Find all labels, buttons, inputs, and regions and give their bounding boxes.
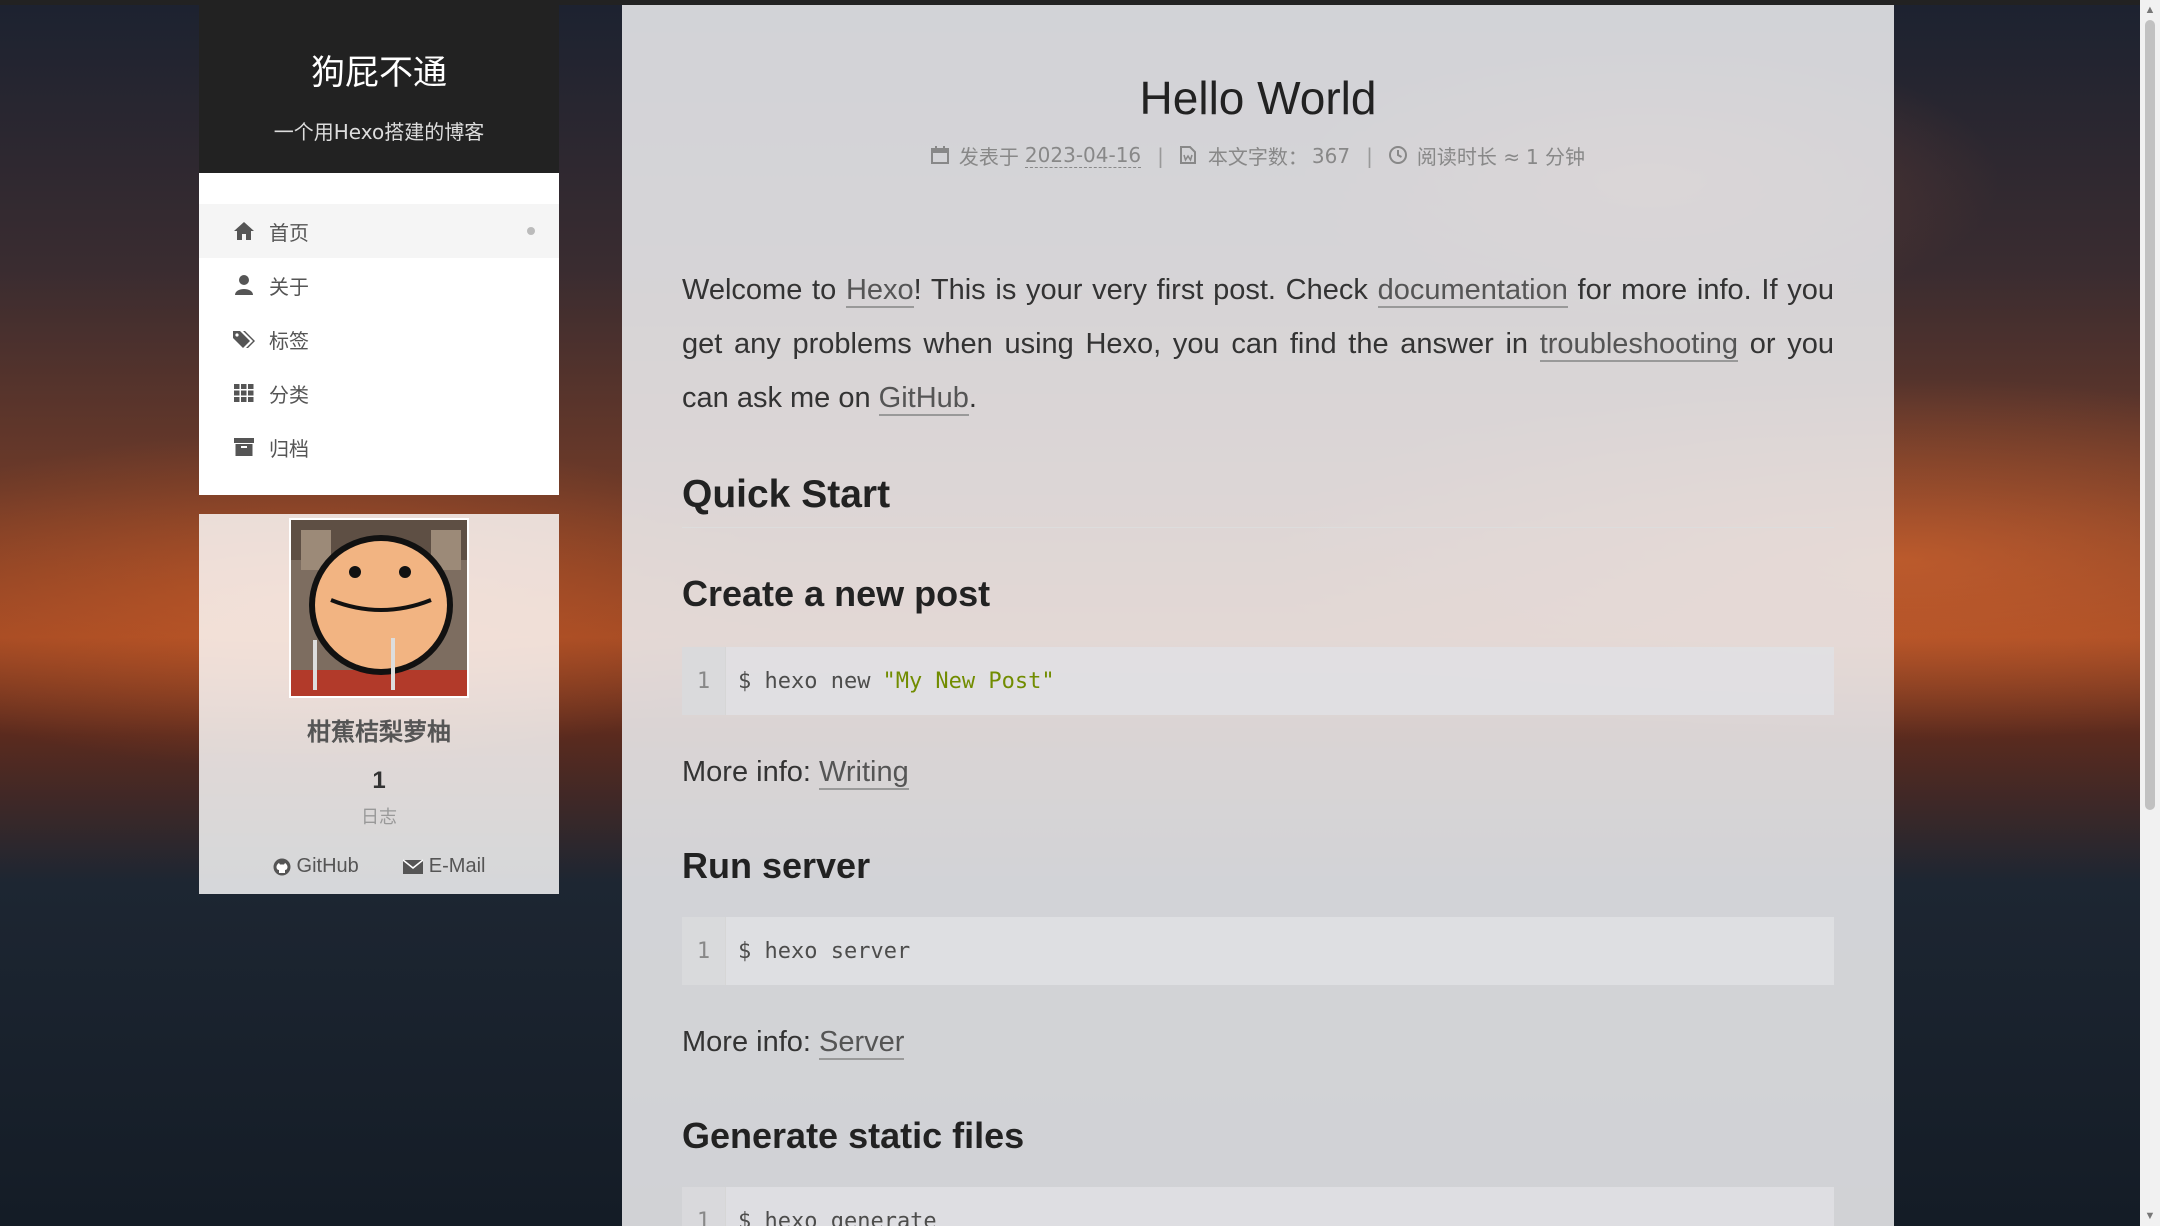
nav-item-archives[interactable]: 归档 — [199, 420, 559, 474]
author-profile: 柑蕉桔梨萝柚 1 日志 GitHub E-Mail — [199, 514, 559, 894]
post-date: 2023-04-16 — [1024, 143, 1142, 168]
archive-icon — [231, 436, 257, 458]
code-string: "My New Post" — [882, 668, 1055, 694]
line-number: 1 — [682, 1187, 726, 1226]
home-icon — [231, 220, 257, 242]
more-info-label: More info: — [682, 1026, 819, 1058]
heading-run-server: Run server — [682, 845, 871, 886]
user-icon — [231, 274, 257, 296]
code-command: $ hexo generate — [738, 1208, 937, 1226]
github-repo-link[interactable]: GitHub — [878, 382, 969, 416]
github-icon — [273, 858, 291, 876]
nav-item-tags[interactable]: 标签 — [199, 312, 559, 366]
clock-icon — [1388, 145, 1409, 166]
code-command: $ hexo server — [738, 938, 911, 964]
nav-item-label: 标签 — [269, 328, 309, 353]
site-nav: 首页 关于 标签 分类 归档 — [199, 173, 559, 495]
heading-generate-static: Generate static files — [682, 1115, 1025, 1156]
nav-item-categories[interactable]: 分类 — [199, 366, 559, 420]
active-indicator-dot — [527, 227, 535, 235]
site-subtitle: 一个用Hexo搭建的博客 — [273, 120, 485, 144]
post-meta: 发表于 2023-04-16 | 本文字数： 367 | 阅读时长 ≈ 1 分钟 — [622, 141, 1894, 170]
server-link[interactable]: Server — [819, 1026, 905, 1060]
scroll-down-arrow-icon[interactable]: ▼ — [2144, 1210, 2156, 1222]
nav-item-label: 首页 — [269, 220, 309, 245]
scrollbar-thumb[interactable] — [2145, 20, 2155, 810]
github-link[interactable]: GitHub — [273, 855, 359, 878]
readtime-label: 阅读时长 ≈ — [1416, 145, 1520, 169]
author-name: 柑蕉桔梨萝柚 — [307, 718, 451, 746]
writing-link[interactable]: Writing — [819, 756, 909, 790]
github-link-label: GitHub — [296, 855, 359, 877]
troubleshooting-link[interactable]: troubleshooting — [1539, 328, 1739, 362]
nav-item-about[interactable]: 关于 — [199, 258, 559, 312]
heading-quick-start: Quick Start — [682, 473, 1834, 528]
social-links: GitHub E-Mail — [199, 855, 559, 878]
th-icon — [231, 382, 257, 404]
post-article: Hello World 发表于 2023-04-16 | 本文字数： 367 |… — [622, 5, 1894, 1226]
tags-icon — [231, 328, 257, 350]
code-block: 1 $ hexo generate — [682, 1187, 1834, 1226]
line-number: 1 — [682, 647, 726, 715]
line-number: 1 — [682, 917, 726, 985]
page-scrollbar[interactable]: ▲ ▼ — [2140, 0, 2160, 1226]
wordcount-label: 本文字数： — [1207, 145, 1308, 169]
email-link[interactable]: E-Mail — [402, 855, 486, 878]
more-info-paragraph: More info: Writing — [682, 745, 1834, 799]
site-title: 狗屁不通 — [311, 53, 447, 93]
nav-item-label: 关于 — [269, 274, 309, 299]
avatar — [289, 518, 469, 698]
intro-text: ! This is your very first post. Check — [913, 274, 1378, 306]
file-word-icon — [1179, 145, 1200, 166]
code-command: $ hexo new — [738, 668, 871, 694]
intro-text: Welcome to — [682, 274, 846, 306]
more-info-paragraph: More info: Server — [682, 1015, 1834, 1069]
site-header: 狗屁不通 一个用Hexo搭建的博客 — [199, 5, 559, 173]
more-info-label: More info: — [682, 756, 819, 788]
published-label: 发表于 — [958, 145, 1019, 169]
intro-paragraph: Welcome to Hexo! This is your very first… — [682, 263, 1834, 425]
nav-item-label: 分类 — [269, 382, 309, 407]
hexo-link[interactable]: Hexo — [845, 274, 914, 308]
post-title[interactable]: Hello World — [622, 71, 1894, 125]
wordcount-value: 367 — [1311, 143, 1351, 168]
post-count: 1 — [372, 767, 386, 794]
code-block: 1 $ hexo new "My New Post" — [682, 647, 1834, 715]
envelope-icon — [402, 858, 423, 875]
post-count-label: 日志 — [361, 807, 397, 828]
posts-count-link[interactable]: 1 日志 — [199, 767, 559, 829]
nav-item-home[interactable]: 首页 — [199, 204, 559, 258]
code-block: 1 $ hexo server — [682, 917, 1834, 985]
heading-create-post: Create a new post — [682, 573, 991, 614]
intro-text: . — [968, 382, 977, 414]
scroll-up-arrow-icon[interactable]: ▲ — [2144, 4, 2156, 16]
meta-separator: | — [1157, 143, 1164, 168]
documentation-link[interactable]: documentation — [1377, 274, 1568, 308]
email-link-label: E-Mail — [428, 855, 486, 877]
readtime-value: 1 分钟 — [1525, 145, 1586, 169]
nav-item-label: 归档 — [269, 436, 309, 461]
site-title-link[interactable]: 狗屁不通 — [199, 45, 559, 94]
meta-separator: | — [1366, 143, 1373, 168]
calendar-icon — [930, 145, 951, 166]
